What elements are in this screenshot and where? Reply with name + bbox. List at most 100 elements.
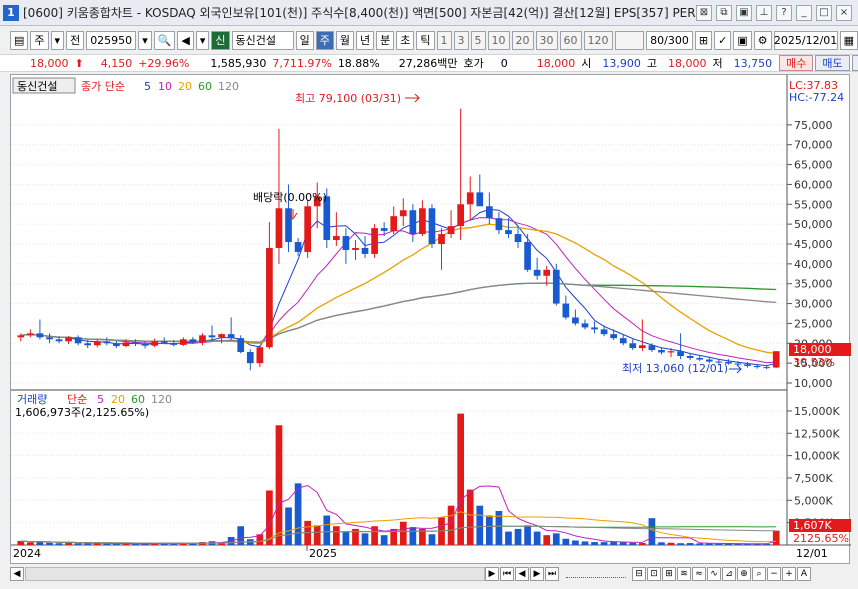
volume-bar <box>285 507 292 545</box>
candle-body <box>495 218 503 231</box>
period-year-button[interactable]: 년 <box>356 30 375 50</box>
speaker-dropdown-icon[interactable]: ▾ <box>195 30 210 50</box>
tool-6-icon[interactable]: ∿ <box>707 567 721 581</box>
ma-5-label: 5 <box>144 80 151 93</box>
interval-custom-input[interactable] <box>614 30 645 50</box>
candlestick-chart[interactable]: 75,000 70,000 65,000 60,000 55,000 50,000 45,0… <box>11 75 851 565</box>
chart-menu-icon[interactable]: ▤ <box>10 30 29 50</box>
period-week-button[interactable]: 주 <box>315 30 334 50</box>
font-size-icon[interactable]: A <box>797 567 811 581</box>
candle-body <box>533 269 541 276</box>
stock-type-select[interactable]: 주 <box>30 30 49 50</box>
interval-60-button[interactable]: 60 <box>559 30 582 50</box>
window-pin-icon[interactable]: ⊥ <box>756 4 772 21</box>
layout-icon[interactable]: ⊞ <box>694 30 713 50</box>
zoom-out-icon[interactable]: − <box>767 567 781 581</box>
interval-3-button[interactable]: 3 <box>453 30 469 50</box>
scroll-track[interactable] <box>25 567 485 581</box>
window-minimize-icon[interactable]: _ <box>796 4 812 21</box>
interval-5-button[interactable]: 5 <box>470 30 486 50</box>
interval-10-button[interactable]: 10 <box>487 30 510 50</box>
candle-body <box>361 247 369 254</box>
period-tick-button[interactable]: 틱 <box>416 30 435 50</box>
period-second-button[interactable]: 초 <box>396 30 415 50</box>
candle-body <box>581 323 589 328</box>
candle-body <box>610 334 618 339</box>
sell-button[interactable]: 매도 <box>815 55 850 71</box>
price-tick-label: 75,000 <box>794 119 833 132</box>
tool-1-icon[interactable]: ⊟ <box>632 567 646 581</box>
tool-2-icon[interactable]: ⊡ <box>647 567 661 581</box>
interval-30-button[interactable]: 30 <box>535 30 558 50</box>
search-icon[interactable]: 🔍 <box>153 30 176 50</box>
period-month-button[interactable]: 월 <box>335 30 355 50</box>
window-copy-icon[interactable]: ⧉ <box>716 4 732 21</box>
price-tick-label: 25,000 <box>794 317 833 330</box>
scroll-last-icon[interactable]: ⏭ <box>545 567 559 581</box>
volume-ma-120-line <box>20 525 777 544</box>
window-save-icon[interactable]: ▣ <box>736 4 752 21</box>
zoom-slider[interactable] <box>566 570 626 578</box>
tool-3-icon[interactable]: ⊞ <box>662 567 676 581</box>
prefix-button[interactable]: 전 <box>66 30 85 50</box>
scroll-play-icon[interactable]: ▶ <box>530 567 544 581</box>
ma-120-line <box>20 282 777 343</box>
price-tick-label: 30,000 <box>794 298 833 311</box>
turnover-rate: 18.88% <box>337 56 380 70</box>
scroll-left-icon[interactable]: ◀ <box>10 567 24 581</box>
ma-20-label: 20 <box>178 80 192 93</box>
hc-label: HC:-77.24 <box>789 91 844 104</box>
settings-gear-icon[interactable]: ⚙ <box>753 30 772 50</box>
period-day-button[interactable]: 일 <box>295 30 314 50</box>
stock-type-dropdown-icon[interactable]: ▾ <box>50 30 65 50</box>
volume-bar <box>629 542 637 545</box>
zoom-search-icon[interactable]: ⌕ <box>752 567 766 581</box>
volume-bar <box>275 425 283 545</box>
low-price: 13,750 <box>733 56 773 70</box>
calendar-icon[interactable]: ▦ <box>839 30 858 50</box>
tool-8-icon[interactable]: ⊕ <box>737 567 751 581</box>
buy-button[interactable]: 매수 <box>779 55 814 71</box>
window-maximize-icon[interactable]: □ <box>816 4 832 21</box>
open-price: 13,900 <box>602 56 641 70</box>
window-close-icon[interactable]: × <box>836 4 852 21</box>
tool-7-icon[interactable]: ⊿ <box>722 567 736 581</box>
period-minute-button[interactable]: 분 <box>376 30 395 50</box>
zoom-in-icon[interactable]: + <box>782 567 796 581</box>
chart-panel[interactable]: 75,000 70,000 65,000 60,000 55,000 50,000 45,0… <box>10 74 851 565</box>
pattern-icon[interactable]: ✓ <box>714 30 732 50</box>
code-dropdown-icon[interactable]: ▾ <box>138 30 152 50</box>
tool-4-icon[interactable]: ≋ <box>677 567 691 581</box>
scroll-right-icon[interactable]: ▶ <box>485 567 499 581</box>
chart-scrollbar[interactable]: ◀ ▶ ⏮ ◀ ▶ ⏭ ⊟ ⊡ ⊞ ≋ ≈ ∿ ⊿ ⊕ ⌕ − + A <box>10 565 850 583</box>
stock-label: 동신건설 <box>17 80 57 93</box>
eval-button[interactable]: 평 <box>851 55 858 71</box>
date-input[interactable]: 2025/12/01 <box>773 30 838 50</box>
price-tick-label: 35,000 <box>794 278 833 291</box>
high-arrow-icon <box>405 93 420 103</box>
stock-code-input[interactable]: 025950 <box>86 30 137 50</box>
volume-average-lines <box>20 484 777 545</box>
tool-5-icon[interactable]: ≈ <box>692 567 706 581</box>
window-link-icon[interactable]: ⊠ <box>696 4 712 21</box>
data-count-input[interactable]: 80/300 <box>646 30 693 50</box>
scroll-prev-icon[interactable]: ◀ <box>515 567 529 581</box>
interval-1-button[interactable]: 1 <box>436 30 452 50</box>
volume-bar <box>428 534 436 545</box>
window-help-icon[interactable]: ? <box>776 4 792 21</box>
interval-120-button[interactable]: 120 <box>583 30 613 50</box>
ma-60-label: 60 <box>198 80 212 93</box>
credit-badge: 신 <box>211 30 230 50</box>
volume-bar <box>74 543 82 545</box>
interval-20-button[interactable]: 20 <box>511 30 534 50</box>
scroll-first-icon[interactable]: ⏮ <box>500 567 514 581</box>
low-arrow-icon <box>729 364 742 374</box>
speaker-icon[interactable]: ◀ <box>177 30 194 50</box>
candle-body <box>74 337 82 344</box>
candle-body <box>93 341 101 346</box>
candle-body <box>438 234 445 244</box>
volume-bar <box>562 538 570 545</box>
save-icon[interactable]: ▣ <box>733 30 752 50</box>
vol-ma-20-label: 20 <box>111 393 125 406</box>
candle-body <box>246 352 254 364</box>
